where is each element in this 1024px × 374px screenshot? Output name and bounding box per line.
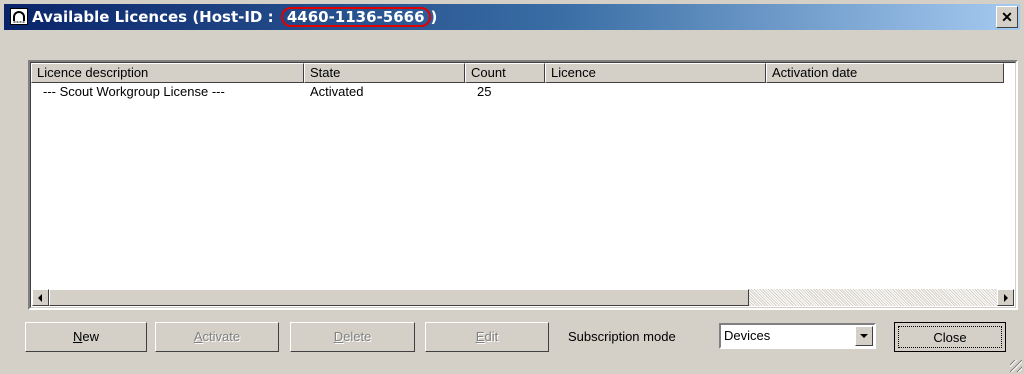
title-suffix: ) (430, 8, 438, 26)
close-button[interactable]: Close (894, 322, 1006, 352)
scroll-thumb[interactable] (49, 289, 749, 306)
subscription-mode-label: Subscription mode (568, 329, 676, 344)
delete-label: elete (343, 329, 372, 344)
column-header-licence[interactable]: Licence (545, 63, 766, 83)
activate-label: ctivate (202, 329, 241, 344)
new-mnemonic: N (72, 329, 83, 344)
new-button[interactable]: New (25, 322, 147, 352)
edit-button[interactable]: Edit (425, 322, 549, 352)
subscription-mode-value: Devices (724, 328, 771, 343)
row-activation-date (772, 83, 1002, 100)
row-licence (551, 83, 761, 100)
licence-list[interactable]: Licence description State Count Licence … (28, 60, 1018, 310)
list-header: Licence description State Count Licence … (31, 63, 1015, 83)
title-bar[interactable]: Available Licences (Host-ID : 4460-1136-… (4, 4, 1020, 30)
licences-dialog: Available Licences (Host-ID : 4460-1136-… (0, 0, 1024, 374)
column-header-count[interactable]: Count (465, 63, 545, 83)
new-label: ew (82, 329, 99, 344)
table-row[interactable]: --- Scout Workgroup License --- Activate… (31, 83, 1015, 100)
row-count: 25 (477, 84, 492, 99)
chevron-down-icon[interactable] (855, 326, 873, 346)
title-prefix: Available Licences (Host-ID : (32, 8, 279, 26)
scroll-right-button[interactable] (997, 289, 1014, 306)
subscription-mode-select[interactable]: Devices (719, 323, 876, 349)
close-icon[interactable]: ✕ (996, 6, 1018, 28)
horizontal-scrollbar[interactable] (32, 289, 1014, 306)
row-state: Activated (310, 84, 364, 99)
row-description: --- Scout Workgroup License --- (43, 84, 225, 99)
activate-mnemonic: A (193, 329, 203, 344)
activate-button[interactable]: Activate (155, 322, 279, 352)
column-header-description[interactable]: Licence description (31, 63, 304, 83)
licence-list-area: Licence description State Count Licence … (30, 62, 1016, 308)
scout-app-icon (10, 8, 28, 25)
resize-grip-icon[interactable] (1010, 360, 1022, 372)
column-header-activation-date[interactable]: Activation date (766, 63, 1004, 83)
scroll-left-arrow-icon (38, 294, 42, 302)
window-title: Available Licences (Host-ID : 4460-1136-… (32, 7, 437, 27)
delete-button[interactable]: Delete (290, 322, 415, 352)
edit-label: dit (484, 329, 499, 344)
host-id-value: 4460-1136-5666 (280, 7, 431, 27)
scroll-right-arrow-icon (1004, 294, 1008, 302)
scroll-left-button[interactable] (32, 289, 49, 306)
delete-mnemonic: D (333, 329, 344, 344)
close-label: Close (898, 326, 1002, 348)
column-header-state[interactable]: State (304, 63, 465, 83)
